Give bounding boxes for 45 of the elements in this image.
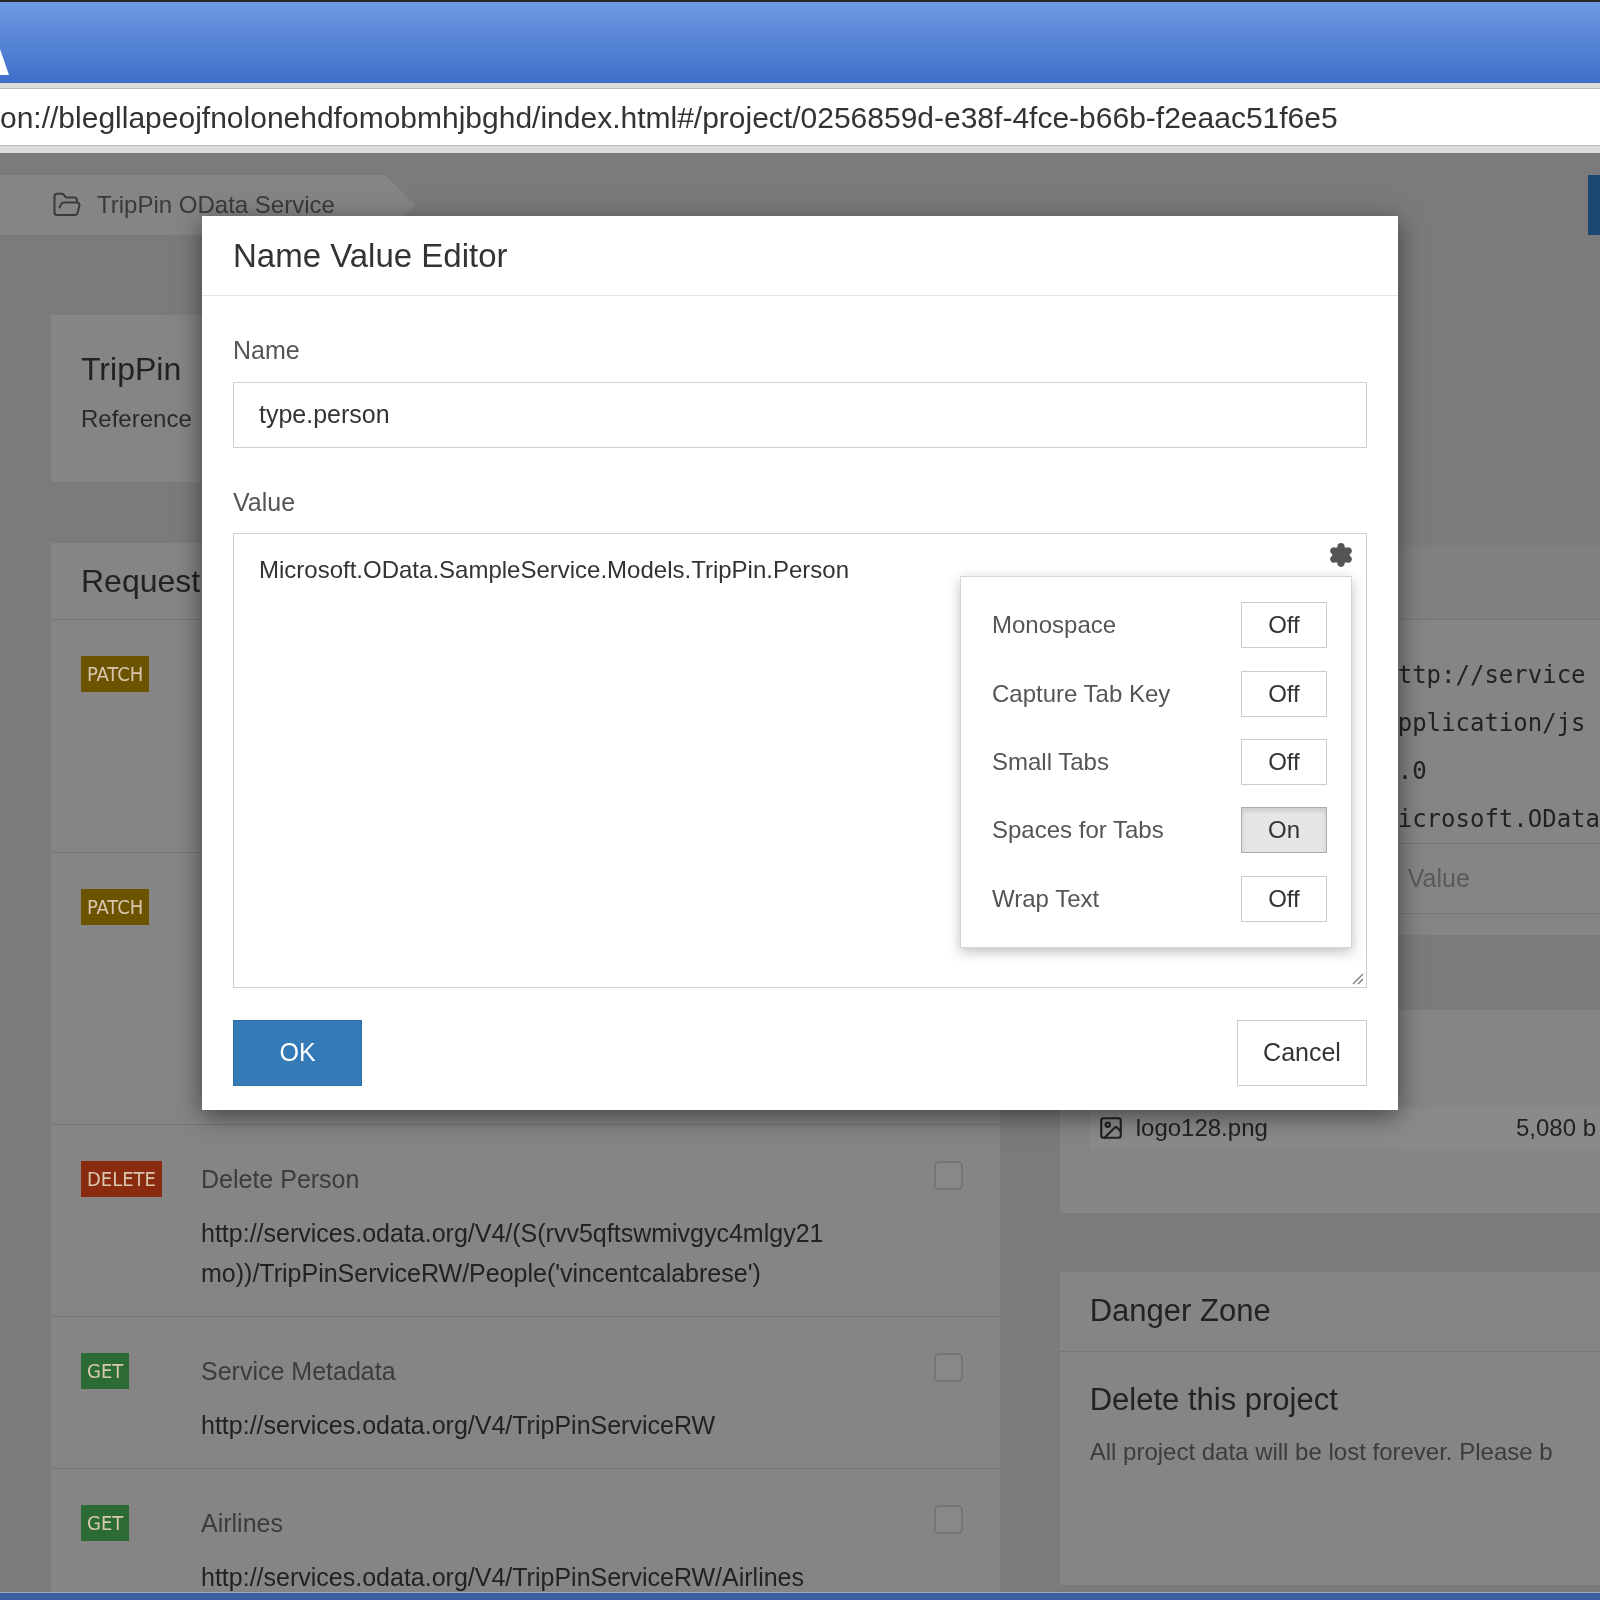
toolbar-button[interactable] [1588, 175, 1600, 235]
toggle-button[interactable]: Off [1241, 875, 1327, 922]
file-row[interactable]: logo128.png 5,080 b [1089, 1107, 1600, 1149]
delete-project-title: Delete this project [1089, 1381, 1338, 1419]
toggle-button[interactable]: Off [1241, 602, 1327, 649]
field-label: Value [233, 486, 296, 518]
setting-label: Monospace [992, 610, 1117, 641]
file-size: 5,080 b [1516, 1113, 1598, 1143]
header-value: icrosoft.OData [1397, 804, 1600, 835]
project-title: TripPin [81, 350, 182, 389]
toggle-button[interactable]: Off [1241, 739, 1327, 785]
setting-label: Wrap Text [992, 883, 1100, 914]
image-icon [1097, 1115, 1124, 1141]
delete-project-text: All project data will be lost forever. Please b [1089, 1436, 1553, 1467]
header-value: pplication/js [1397, 708, 1586, 739]
method-badge: GET [81, 1505, 130, 1541]
file-name: logo128.png [1135, 1113, 1268, 1143]
value-editor[interactable]: Microsoft.OData.SampleService.Models.TripPin.Person Monospace Off Capture Tab Key Off Small Tabs Off Spaces for Tabs On Wrap Text Off [233, 533, 1367, 988]
setting-label: Spaces for Tabs [992, 815, 1164, 846]
toggle-button[interactable]: On [1241, 807, 1327, 854]
requests-title: Request [81, 562, 201, 601]
danger-zone-title: Danger Zone [1089, 1292, 1271, 1331]
method-badge: GET [81, 1353, 130, 1389]
method-badge: PATCH [81, 889, 150, 925]
cancel-button[interactable]: Cancel [1237, 1020, 1367, 1086]
ok-button[interactable]: OK [233, 1020, 362, 1086]
settings-icon[interactable] [1328, 542, 1354, 568]
header-value: ttp://service [1397, 660, 1586, 691]
name-field[interactable]: type.person [233, 381, 1367, 448]
project-subtitle: Reference [81, 404, 192, 434]
header-value: .0 [1397, 756, 1427, 787]
app-icon [0, 49, 9, 75]
resize-grip-icon[interactable] [1350, 971, 1364, 985]
request-url: http://services.odata.org/V4/(S(rvv5qftswmivgyc4mlgy21 mo))/TripPinServiceRW/People('vincentcalabrese') [201, 1217, 824, 1289]
method-badge: DELETE [81, 1161, 162, 1197]
request-url: http://services.odata.org/V4/TripPinServiceRW/Airlines [201, 1561, 804, 1593]
setting-label: Small Tabs [992, 747, 1109, 777]
toggle-button[interactable]: Off [1241, 670, 1327, 717]
setting-label: Capture Tab Key [992, 678, 1171, 709]
method-badge: PATCH [81, 656, 150, 692]
request-url: http://services.odata.org/V4/TripPinServiceRW [201, 1409, 716, 1441]
field-label: Name [233, 335, 300, 366]
value-text: Microsoft.OData.SampleService.Models.TripPin.Person [259, 555, 849, 585]
address-bar[interactable]: on://blegllapeojfnolonehdfomobmhjbghd/index.html#/project/0256859d-e38f-4fce-b66b-f2eaac51f6e5 [0, 88, 1600, 146]
dialog-title: Name Value Editor [233, 235, 508, 276]
